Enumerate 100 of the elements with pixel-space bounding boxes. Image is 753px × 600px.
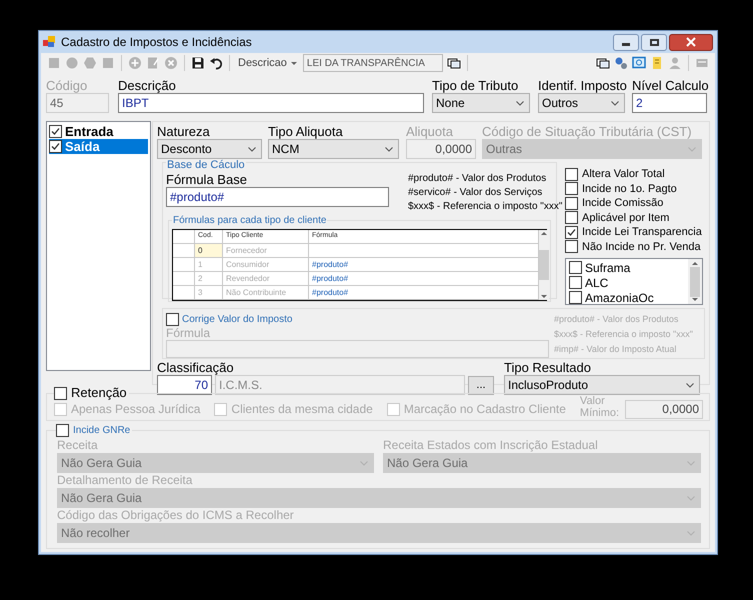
input-field[interactable]: IBPT [118,93,424,113]
checkbox-label: Altera Valor Total [582,167,665,182]
legend-text: #produto# - Valor dos Produtos [408,172,548,186]
chevron-icon [516,100,524,106]
field-label: Detalhamento de Receita [57,473,194,488]
legend-text: $xxx$ - Referencia o imposto "xxx" [554,328,693,341]
checkbox[interactable] [565,211,578,224]
table-cell: Fornecedor [223,244,309,257]
field-label: Nível Calculo [632,78,707,93]
table-cell: Revendedor [223,272,309,285]
table-cell: 0 [195,244,223,257]
browse-button[interactable]: ... [468,376,494,394]
input-field[interactable]: 70 [157,375,212,395]
field-label: Código [46,78,88,93]
table-cell: Consumidor [223,258,309,271]
checkbox[interactable] [565,240,578,254]
list-item[interactable]: Saída [49,139,148,154]
field-label: Fórmula Base [166,172,248,187]
checkbox-label: Incide Comissão [582,196,664,211]
checkbox[interactable] [56,424,69,437]
field-label: Classificação [157,360,235,375]
chevron-icon [687,460,695,466]
save-icon[interactable] [191,56,205,70]
windows-icon[interactable] [596,56,610,70]
input-field[interactable]: 2 [632,93,707,113]
field-label: Receita Estados com Inscrição Estadual [383,438,599,453]
checkbox-label: Corrige Valor do Imposto [182,313,292,327]
chevron-icon [360,460,368,466]
chevron-icon [248,146,256,152]
checkbox-label: Incide Lei Transparencia [582,225,702,240]
checkbox[interactable] [565,168,578,181]
field-label: Descrição [118,78,177,93]
table-cell: Não Contribuinte [223,286,309,299]
checkbox[interactable] [54,386,67,400]
window-title: Cadastro de Impostos e Incidências [61,34,253,51]
checkbox-label: Incide GNRe [73,424,130,438]
field-label: Tipo Aliquota [268,124,344,139]
checkbox[interactable] [569,261,582,274]
input-field[interactable]: 0,0000 [625,400,703,418]
close-button[interactable] [669,34,713,50]
legend-text: $xxx$ - Referencia o imposto "xxx" [408,200,562,214]
dropdown[interactable]: Outros [538,93,625,113]
table-cell: 1 [195,258,223,271]
field-label: Natureza [157,124,211,139]
checkbox-label: AmazoniaOc [585,290,654,306]
legend-text: #servico# - Valor dos Serviços [408,186,544,200]
dropdown[interactable]: InclusoProduto [504,375,700,395]
chevron-icon [686,382,694,388]
field-label: Tipo Resultado [504,360,592,375]
chevron-icon [385,146,393,152]
field-label: Valor Mínimo: [580,395,620,419]
group-title: Fórmulas para cada tipo de cliente [172,215,328,227]
checkbox[interactable] [569,291,582,304]
checkbox[interactable] [166,313,179,326]
field-label: Código de Situação Tributária (CST) [482,124,693,139]
dropdown[interactable]: NCM [268,139,399,159]
scrollbar[interactable] [688,259,702,304]
checkbox-label: Marcação no Cadastro Cliente [404,401,566,418]
maximize-icon [650,38,658,46]
undo-icon[interactable] [209,56,223,70]
group-title: Base de Cáculo [166,159,246,171]
checkbox-label: Aplicável por Item [582,210,670,226]
dropdown[interactable]: None [432,93,530,113]
legend-text: #imp# - Valor do Imposto Atual [554,343,678,356]
windows-icon[interactable] [446,56,461,70]
search-field-dropdown[interactable]: Descricao [236,54,299,72]
table-cell: 2 [195,272,223,285]
checkbox[interactable] [49,140,62,153]
chevron-icon [687,530,695,536]
minimize-button[interactable] [613,34,639,50]
chevron-icon [611,100,619,106]
monitor-icon[interactable] [632,56,646,70]
note-icon[interactable] [650,56,664,70]
close-icon [686,37,696,47]
checkbox-label: Retenção [71,386,127,400]
checkbox[interactable] [569,276,582,289]
checkbox-label: Apenas Pessoa Jurídica [71,401,200,418]
table-cell: 3 [195,286,223,299]
legend-text: #produto# - Valor dos Produtos [554,313,680,326]
minimize-icon [622,43,630,46]
checkbox[interactable] [565,196,578,210]
field-label: Receita [57,438,99,453]
checkbox-label: Incide no 1o. Pagto [582,182,677,196]
app-icon [43,36,55,48]
field-label: Identif. Imposto [538,78,625,93]
checkbox-label: Suframa [585,260,630,276]
search-field[interactable]: LEI DA TRANSPARÊNCIA [302,54,443,72]
checkbox[interactable] [49,125,62,138]
dropdown[interactable]: Desconto [157,139,262,159]
input-field[interactable] [166,340,549,358]
maximize-button[interactable] [641,34,667,50]
list-item[interactable]: Entrada [49,124,148,139]
field-label: Aliquota [406,124,454,139]
field-label: Tipo de Tributo [432,78,520,93]
checkbox[interactable] [565,182,578,196]
field-label: Fórmula [166,327,212,340]
checkbox[interactable] [565,226,578,239]
chevron-icon [688,146,696,152]
scrollbar[interactable] [539,230,549,300]
input-field[interactable]: #produto# [166,187,389,207]
